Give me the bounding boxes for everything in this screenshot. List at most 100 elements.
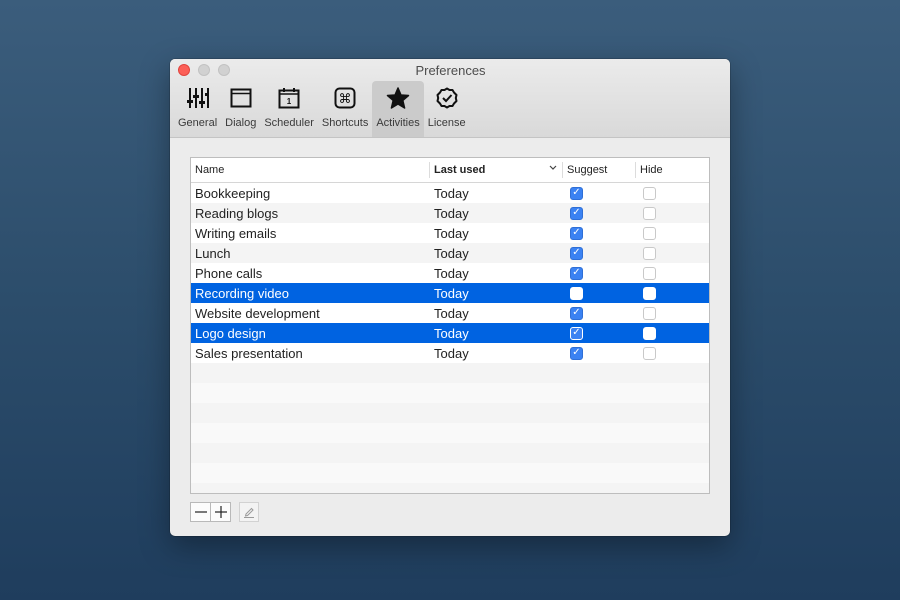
column-header-name[interactable]: Name: [191, 158, 430, 182]
sliders-icon: [186, 81, 209, 115]
cell-name: Website development: [195, 305, 320, 321]
hide-checkbox[interactable]: [643, 266, 656, 280]
window-icon: [230, 81, 252, 115]
cell-name: Sales presentation: [195, 345, 303, 361]
cell-suggest: [563, 223, 636, 243]
column-name-label: Name: [195, 164, 225, 176]
cell-suggest: [563, 183, 636, 203]
cell-suggest: [563, 343, 636, 363]
command-key-icon: ⌘: [334, 81, 356, 115]
hide-checkbox[interactable]: [643, 186, 656, 200]
plus-icon: [214, 506, 227, 518]
preferences-window: Preferences General Dialog 1 Scheduler ⌘…: [170, 59, 730, 536]
tab-general[interactable]: General: [174, 81, 221, 137]
cell-last-used: Today: [434, 325, 469, 341]
cell-hide: [636, 323, 709, 343]
chevron-down-icon: [549, 163, 557, 173]
table-actions: [190, 502, 259, 522]
cell-name: Bookkeeping: [195, 185, 271, 201]
table-row[interactable]: Bookkeeping Today: [191, 183, 709, 203]
hide-checkbox[interactable]: [643, 306, 656, 320]
minus-icon: [194, 511, 207, 513]
tab-general-label: General: [178, 117, 218, 129]
empty-row: [191, 483, 709, 493]
hide-checkbox[interactable]: [643, 206, 656, 220]
suggest-checkbox[interactable]: [570, 226, 583, 240]
tab-scheduler[interactable]: 1 Scheduler: [260, 81, 318, 137]
window-title: Preferences: [170, 63, 730, 78]
calendar-icon: 1: [278, 81, 300, 115]
empty-row: [191, 443, 709, 463]
table-row[interactable]: Phone calls Today: [191, 263, 709, 283]
suggest-checkbox[interactable]: [570, 306, 583, 320]
hide-checkbox[interactable]: [643, 346, 656, 360]
cell-last-used: Today: [434, 225, 469, 241]
table-row[interactable]: Website development Today: [191, 303, 709, 323]
column-header-suggest[interactable]: Suggest: [563, 158, 636, 182]
tab-license[interactable]: License: [424, 81, 470, 137]
table-row[interactable]: Writing emails Today: [191, 223, 709, 243]
cell-suggest: [563, 263, 636, 283]
table-body: BookkeepingTodayReading blogsTodayWritin…: [191, 183, 709, 493]
cell-last-used: Today: [434, 205, 469, 221]
table-row[interactable]: Recording video Today: [191, 283, 709, 303]
preferences-toolbar: General Dialog 1 Scheduler ⌘ Shortcuts A…: [174, 81, 470, 137]
star-icon: [386, 81, 410, 115]
cell-suggest: [563, 203, 636, 223]
empty-row: [191, 403, 709, 423]
tab-shortcuts-label: Shortcuts: [321, 117, 369, 129]
tab-activities[interactable]: Activities: [372, 81, 424, 137]
suggest-checkbox[interactable]: [570, 246, 583, 260]
table-row[interactable]: Sales presentation Today: [191, 343, 709, 363]
cell-last-used: Today: [434, 345, 469, 361]
tab-dialog-label: Dialog: [225, 117, 257, 129]
cell-name: Recording video: [195, 285, 289, 301]
tab-shortcuts[interactable]: ⌘ Shortcuts: [318, 81, 372, 137]
table-row[interactable]: Reading blogs Today: [191, 203, 709, 223]
column-hide-label: Hide: [640, 164, 663, 176]
column-last-used-label: Last used: [434, 164, 486, 176]
cell-hide: [636, 283, 709, 303]
column-header-last-used[interactable]: Last used: [430, 158, 563, 182]
cell-hide: [636, 263, 709, 283]
cell-name: Reading blogs: [195, 205, 279, 221]
cell-name: Writing emails: [195, 225, 277, 241]
hide-checkbox[interactable]: [643, 286, 656, 300]
activities-table[interactable]: Name Last used Suggest Hide Bookkeeping T…: [190, 157, 710, 494]
table-row[interactable]: Logo design Today: [191, 323, 709, 343]
empty-row: [191, 463, 709, 483]
cell-hide: [636, 223, 709, 243]
suggest-checkbox[interactable]: [570, 206, 583, 220]
titlebar: Preferences General Dialog 1 Scheduler ⌘…: [170, 59, 730, 138]
suggest-checkbox[interactable]: [570, 186, 583, 200]
suggest-checkbox[interactable]: [570, 346, 583, 360]
column-header-hide[interactable]: Hide: [636, 158, 709, 182]
cell-last-used: Today: [434, 305, 469, 321]
tab-dialog[interactable]: Dialog: [221, 81, 260, 137]
suggest-checkbox[interactable]: [570, 286, 583, 300]
pencil-icon: [244, 507, 254, 518]
cell-hide: [636, 243, 709, 263]
cell-name: Phone calls: [195, 265, 263, 281]
tab-scheduler-label: Scheduler: [264, 117, 314, 129]
suggest-checkbox[interactable]: [570, 266, 583, 280]
hide-checkbox[interactable]: [643, 246, 656, 260]
badge-check-icon: [436, 81, 458, 115]
svg-text:⌘: ⌘: [339, 92, 352, 107]
empty-row: [191, 423, 709, 443]
remove-button[interactable]: [191, 503, 210, 521]
cell-hide: [636, 203, 709, 223]
add-button[interactable]: [210, 503, 230, 521]
add-remove-segment: [190, 502, 231, 522]
suggest-checkbox[interactable]: [570, 326, 583, 340]
hide-checkbox[interactable]: [643, 226, 656, 240]
cell-suggest: [563, 243, 636, 263]
cell-last-used: Today: [434, 185, 469, 201]
table-row[interactable]: Lunch Today: [191, 243, 709, 263]
empty-row: [191, 383, 709, 403]
cell-last-used: Today: [434, 265, 469, 281]
edit-button[interactable]: [239, 502, 259, 522]
hide-checkbox[interactable]: [643, 326, 656, 340]
cell-last-used: Today: [434, 285, 469, 301]
cell-last-used: Today: [434, 245, 469, 261]
